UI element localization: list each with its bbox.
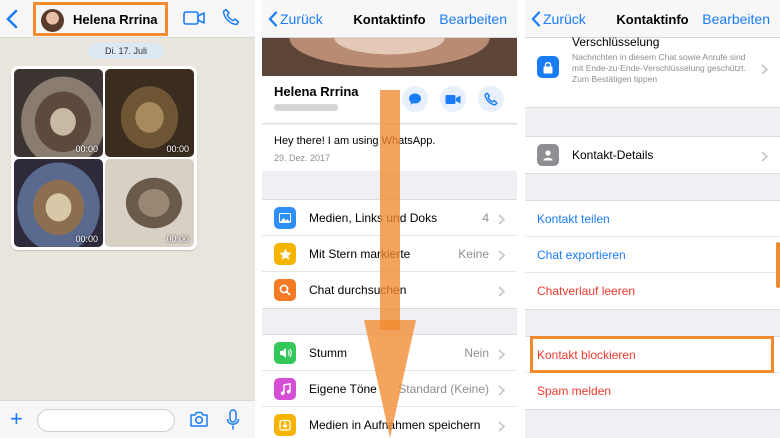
contact-info-navbar: Zurück Kontaktinfo Bearbeiten <box>262 0 517 38</box>
block-contact-highlight <box>530 336 774 373</box>
scroll-indicator <box>776 242 780 288</box>
blurred-phone-number <box>274 104 338 111</box>
scroll-down-arrow-icon <box>364 90 416 438</box>
row-value: Keine <box>458 247 489 261</box>
row-contact-details[interactable]: Kontakt-Details <box>525 137 780 173</box>
clear-chat-label: Chatverlauf leeren <box>537 284 636 298</box>
video-call-button[interactable] <box>440 86 466 112</box>
contact-details-group: Kontakt-Details <box>525 136 780 174</box>
save-media-icon <box>274 414 296 436</box>
chevron-right-icon <box>498 248 506 266</box>
status-date: 29. Dez. 2017 <box>274 153 331 163</box>
message-input[interactable] <box>37 409 175 432</box>
chevron-right-icon <box>498 419 506 437</box>
chevron-right-icon <box>498 284 506 302</box>
microphone-icon[interactable] <box>226 409 240 436</box>
row-value: 4 <box>482 211 489 225</box>
encryption-text: Nachrichten in diesem Chat sowie Anrufe … <box>572 52 746 84</box>
row-value: Nein <box>464 346 489 360</box>
video-duration: 00:00 <box>75 144 98 154</box>
row-label: Stumm <box>309 346 348 360</box>
chat-header: Helena Rrrina <box>0 0 255 38</box>
chevron-right-icon <box>498 383 506 401</box>
encryption-title: Verschlüsselung <box>572 35 660 49</box>
photos-icon <box>274 207 296 229</box>
row-label: Kontakt-Details <box>572 148 654 162</box>
export-chat-label: Chat exportieren <box>537 248 626 262</box>
chevron-right-icon <box>761 62 769 80</box>
video-thumbnail[interactable]: 00:00 <box>14 159 103 247</box>
speaker-icon <box>274 342 296 364</box>
lock-icon <box>537 56 559 78</box>
edit-button[interactable]: Bearbeiten <box>702 11 770 27</box>
contact-name: Helena Rrrina <box>73 12 158 27</box>
music-note-icon <box>274 378 296 400</box>
chat-screen: Helena Rrrina Di. 17. Juli 00:00 00:00 0… <box>0 0 255 438</box>
share-contact-label: Kontakt teilen <box>537 212 610 226</box>
contact-info-screen: Zurück Kontaktinfo Bearbeiten Helena Rrr… <box>262 0 517 438</box>
chevron-right-icon <box>761 149 769 167</box>
video-call-icon <box>445 94 461 104</box>
plus-icon[interactable]: + <box>10 408 23 430</box>
video-duration: 00:00 <box>166 144 189 154</box>
video-duration: 00:00 <box>166 234 189 244</box>
contact-info-screen-scrolled: Zurück Kontaktinfo Bearbeiten Verschlüss… <box>525 0 780 438</box>
chevron-right-icon <box>498 347 506 365</box>
message-input-bar: + <box>0 400 255 438</box>
video-duration: 00:00 <box>75 234 98 244</box>
person-icon <box>537 144 559 166</box>
profile-photo[interactable] <box>262 38 517 76</box>
contact-actions-group: Kontakt teilen Chat exportieren Chatverl… <box>525 200 780 310</box>
encryption-row[interactable]: Verschlüsselung Nachrichten in diesem Ch… <box>525 35 780 108</box>
search-icon <box>274 279 296 301</box>
video-thumbnail[interactable]: 00:00 <box>14 69 103 157</box>
video-thumbnail[interactable]: 00:00 <box>105 69 194 157</box>
row-share-contact[interactable]: Kontakt teilen <box>525 201 780 237</box>
camera-icon[interactable] <box>189 411 209 432</box>
row-clear-chat[interactable]: Chatverlauf leeren <box>525 273 780 309</box>
edit-button[interactable]: Bearbeiten <box>439 11 507 27</box>
contact-info-navbar: Zurück Kontaktinfo Bearbeiten <box>525 0 780 38</box>
video-thumbnail[interactable]: 00:00 <box>105 159 194 247</box>
phone-icon <box>484 92 498 106</box>
row-export-chat[interactable]: Chat exportieren <box>525 237 780 273</box>
back-icon[interactable] <box>6 9 18 34</box>
avatar <box>41 9 64 32</box>
contact-name: Helena Rrrina <box>274 84 359 99</box>
star-icon <box>274 243 296 265</box>
contact-header-button[interactable]: Helena Rrrina <box>33 2 168 36</box>
chevron-right-icon <box>498 212 506 230</box>
media-message-bubble: 00:00 00:00 00:00 00:00 <box>11 66 197 250</box>
audio-call-button[interactable] <box>478 86 504 112</box>
date-label: Di. 17. Juli <box>88 43 164 59</box>
video-call-icon[interactable] <box>183 11 205 30</box>
row-report-spam[interactable]: Spam melden <box>525 373 780 409</box>
phone-icon[interactable] <box>222 8 240 31</box>
report-spam-label: Spam melden <box>537 384 612 398</box>
